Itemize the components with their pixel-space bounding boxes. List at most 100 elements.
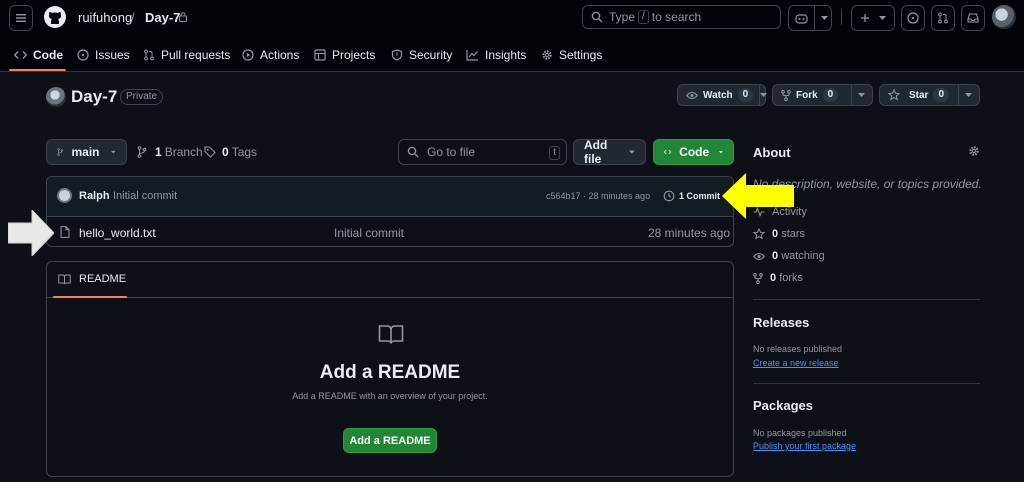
pull-request-icon xyxy=(938,12,948,24)
user-avatar[interactable] xyxy=(992,5,1016,29)
tab-label: Pull requests xyxy=(161,48,231,62)
breadcrumb-owner[interactable]: ruifuhong xyxy=(78,10,132,25)
star-label: Star xyxy=(909,89,929,101)
copilot-button[interactable] xyxy=(788,5,832,31)
search-icon xyxy=(591,11,603,23)
releases-empty-text: No releases published xyxy=(753,344,843,354)
readme-tab-bar xyxy=(47,262,733,298)
chevron-down-icon xyxy=(879,15,886,20)
hamburger-icon xyxy=(16,14,26,22)
create-new-button[interactable] xyxy=(851,5,895,31)
commit-author[interactable]: Ralph xyxy=(79,190,110,202)
star-icon xyxy=(888,89,900,101)
fork-button[interactable]: Fork 0 xyxy=(772,84,873,106)
tab-label: Actions xyxy=(260,48,300,62)
watch-button[interactable]: Watch 0 xyxy=(677,84,768,106)
publish-package-link[interactable]: Publish your first package xyxy=(753,441,856,451)
tab-code[interactable]: Code xyxy=(14,40,63,70)
menu-button[interactable] xyxy=(9,5,33,31)
eye-icon xyxy=(753,252,765,260)
fork-icon xyxy=(781,89,791,101)
branch-icon xyxy=(57,148,64,156)
gear-icon xyxy=(542,50,552,60)
tags-label: Tags xyxy=(231,145,258,159)
stars-link[interactable]: 0 stars xyxy=(753,228,805,240)
watch-label: Watch xyxy=(703,89,733,101)
chevron-down-icon xyxy=(629,149,635,154)
issues-button[interactable] xyxy=(901,5,925,31)
chevron-down-icon xyxy=(111,150,116,153)
annotation-arrow-white xyxy=(8,210,54,256)
file-icon xyxy=(60,226,70,238)
commit-message[interactable]: Initial commit xyxy=(113,190,177,202)
fork-dropdown[interactable] xyxy=(850,85,873,105)
chevron-down-icon xyxy=(821,15,828,20)
tab-pull-requests[interactable]: Pull requests xyxy=(143,40,230,70)
go-to-file-input[interactable]: Go to file t xyxy=(398,139,567,165)
tab-projects[interactable]: Projects xyxy=(314,40,375,70)
watch-dropdown[interactable] xyxy=(759,85,768,105)
repo-owner-avatar xyxy=(46,87,66,107)
chevron-down-icon xyxy=(760,92,768,97)
chevron-down-icon xyxy=(719,150,723,153)
branch-name: main xyxy=(71,145,100,159)
code-button-label: Code xyxy=(679,145,710,159)
tab-actions[interactable]: Actions xyxy=(242,40,299,70)
add-readme-button[interactable]: Add a README xyxy=(343,428,437,453)
shield-icon xyxy=(391,49,403,61)
star-button[interactable]: Star 0 xyxy=(879,84,980,106)
branch-selector[interactable]: main xyxy=(46,139,127,165)
tab-insights[interactable]: Insights xyxy=(466,40,526,70)
github-logo-icon[interactable] xyxy=(43,5,67,29)
commits-count-label: 1 Commit xyxy=(679,191,721,201)
tab-label: Code xyxy=(33,48,63,62)
tab-label: Projects xyxy=(332,48,376,62)
repo-name[interactable]: Day-7 xyxy=(71,87,117,107)
code-icon xyxy=(14,51,27,59)
star-dropdown[interactable] xyxy=(957,85,980,105)
forks-link[interactable]: 0 forks xyxy=(753,272,803,284)
star-count: 0 xyxy=(933,88,950,102)
readme-heading: Add a README xyxy=(319,362,461,383)
go-to-file-shortcut: t xyxy=(549,146,560,160)
branches-count: 1 xyxy=(155,145,162,159)
header-divider xyxy=(841,9,842,25)
packages-heading[interactable]: Packages xyxy=(753,398,813,413)
readme-description: Add a README with an overview of your pr… xyxy=(292,391,488,401)
tab-security[interactable]: Security xyxy=(391,40,452,70)
forks-label: forks xyxy=(779,272,804,284)
plus-icon xyxy=(861,14,869,22)
code-button[interactable]: Code xyxy=(653,139,734,165)
add-file-button[interactable]: Add file xyxy=(573,138,646,166)
chevron-down-icon xyxy=(965,92,973,97)
play-icon xyxy=(242,49,254,61)
code-icon xyxy=(664,149,672,155)
tab-settings[interactable]: Settings xyxy=(541,40,602,70)
create-release-link[interactable]: Create a new release xyxy=(753,358,839,368)
readme-tab-label: README xyxy=(79,273,127,285)
inbox-button[interactable] xyxy=(961,5,985,31)
add-file-label: Add file xyxy=(584,138,608,166)
visibility-badge: Private xyxy=(120,89,164,105)
commits-link[interactable]: 1 Commit xyxy=(663,190,720,202)
pull-requests-button[interactable] xyxy=(931,5,955,31)
watch-count: 0 xyxy=(737,88,754,102)
readme-tab[interactable]: README xyxy=(58,273,126,285)
tags-link[interactable]: 0 Tags xyxy=(204,145,257,159)
file-commit-message[interactable]: Initial commit xyxy=(334,226,404,240)
releases-heading[interactable]: Releases xyxy=(753,315,809,330)
breadcrumb-repo[interactable]: Day-7 xyxy=(145,10,180,25)
commit-author-avatar[interactable] xyxy=(57,188,72,203)
readme-tab-indicator xyxy=(53,296,127,298)
search-input[interactable]: Type / to search xyxy=(582,5,781,29)
pull-request-icon xyxy=(144,49,154,61)
tab-issues[interactable]: Issues xyxy=(77,40,130,70)
gear-icon[interactable] xyxy=(968,145,980,157)
file-name[interactable]: hello_world.txt xyxy=(79,226,156,240)
stars-count: 0 xyxy=(772,228,779,240)
commit-meta[interactable]: c564b17 · 28 minutes ago xyxy=(546,191,650,201)
watching-link[interactable]: 0 watching xyxy=(753,250,825,262)
branches-link[interactable]: 1 Branch xyxy=(137,145,203,159)
file-age: 28 minutes ago xyxy=(648,226,731,240)
sidebar-divider xyxy=(753,383,980,384)
